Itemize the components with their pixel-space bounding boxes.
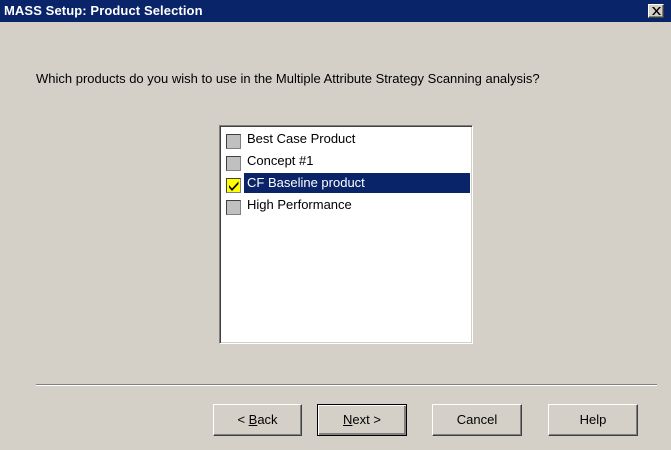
back-button[interactable]: < Back [213, 404, 302, 436]
list-item-best-case-product[interactable]: Best Case Product [223, 129, 470, 151]
selection-question: Which products do you wish to use in the… [36, 71, 540, 86]
checkmark-icon [229, 181, 239, 191]
product-checkbox[interactable] [226, 178, 241, 193]
footer-separator [36, 384, 657, 386]
cancel-button[interactable]: Cancel [432, 404, 522, 436]
list-item-label: CF Baseline product [244, 173, 470, 193]
product-checkbox[interactable] [226, 134, 241, 149]
list-item-cf-baseline-product[interactable]: CF Baseline product [223, 173, 470, 195]
next-button[interactable]: Next > [317, 404, 407, 436]
title-bar[interactable]: MASS Setup: Product Selection [0, 0, 671, 22]
close-x-icon [652, 7, 661, 15]
list-item-label: Best Case Product [247, 131, 356, 146]
list-item-concept-1[interactable]: Concept #1 [223, 151, 470, 173]
help-button[interactable]: Help [548, 404, 638, 436]
list-item-high-performance[interactable]: High Performance [223, 195, 470, 217]
close-button[interactable] [648, 4, 664, 18]
product-checkbox[interactable] [226, 200, 241, 215]
product-checkbox[interactable] [226, 156, 241, 171]
list-item-label: High Performance [247, 197, 352, 212]
product-selection-dialog: MASS Setup: Product Selection Which prod… [0, 0, 671, 450]
product-listbox[interactable]: Best Case Product Concept #1 CF Baseline… [219, 125, 473, 344]
window-title: MASS Setup: Product Selection [4, 3, 203, 18]
list-item-label: Concept #1 [247, 153, 314, 168]
